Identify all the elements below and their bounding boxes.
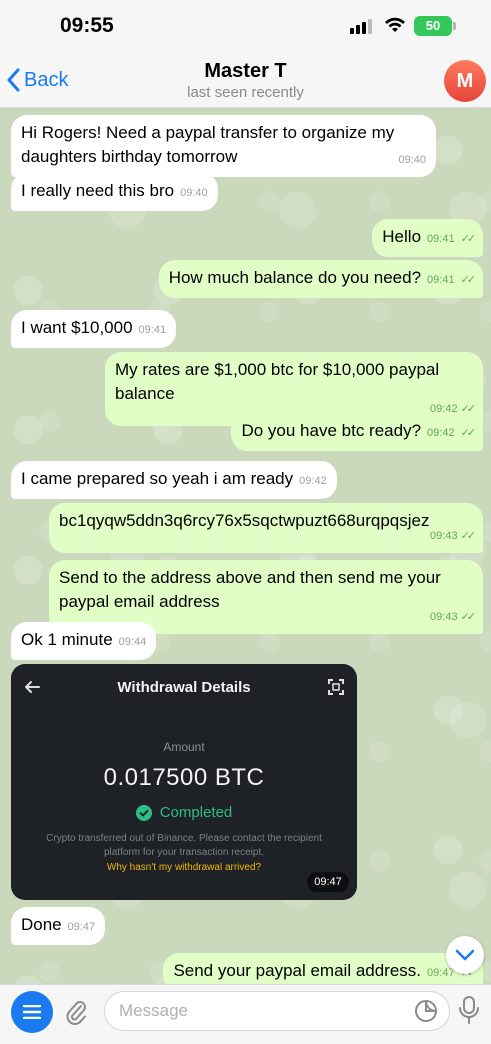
withdrawal-amount: 0.017500 BTC: [103, 764, 265, 791]
message-time: 09:41: [427, 233, 455, 245]
message-text: Hi Rogers! Need a paypal transfer to org…: [21, 123, 395, 166]
status-label: Completed: [159, 804, 233, 821]
avatar[interactable]: M: [444, 60, 486, 102]
sticker-icon: [415, 1000, 437, 1022]
message-time: 09:42: [427, 427, 455, 439]
message-time: 09:47: [427, 967, 455, 979]
message-text: Ok 1 minute: [21, 630, 113, 649]
message-bubble-outgoing[interactable]: Send your paypal email address.09:47✓✓: [163, 953, 483, 984]
message-time: 09:47: [307, 872, 349, 892]
message-text: bc1qyqw5ddn3q6rcy76x5sqctwpuzt668urqpqsj…: [59, 511, 430, 530]
chat-header: Back Master T last seen recently M: [0, 52, 491, 108]
message-bubble-outgoing[interactable]: How much balance do you need? 09:41 ✓✓: [158, 260, 483, 298]
message-time: 09:42: [299, 475, 327, 487]
attach-button[interactable]: [64, 997, 88, 1030]
voice-message-button[interactable]: [458, 995, 480, 1030]
read-receipt-icon: ✓✓: [460, 427, 477, 439]
withdrawal-help-link: Why hasn't my withdrawal arrived?: [106, 862, 262, 873]
message-bubble-incoming[interactable]: Hi Rogers! Need a paypal transfer to org…: [11, 115, 436, 177]
message-time: 09:43 ✓✓: [430, 530, 476, 542]
menu-icon: [23, 1005, 41, 1019]
message-text: Do you have btc ready?: [241, 421, 422, 440]
message-text: My rates are $1,000 btc for $10,000 payp…: [115, 360, 440, 403]
message-list[interactable]: Hi Rogers! Need a paypal transfer to org…: [0, 108, 491, 984]
withdrawal-status: Completed: [11, 804, 357, 821]
scroll-to-bottom-button[interactable]: [446, 936, 484, 974]
message-text: Hello: [382, 227, 422, 246]
message-bubble-incoming[interactable]: I want $10,000 09:41: [11, 310, 177, 348]
microphone-icon: [459, 996, 479, 1024]
message-time: 09:40: [398, 154, 426, 166]
message-bubble-outgoing[interactable]: Hello 09:41 ✓✓: [372, 219, 483, 257]
read-receipt-icon: ✓✓: [460, 233, 477, 245]
battery-tip: [453, 22, 456, 30]
message-text: Send to the address above and then send …: [59, 568, 441, 611]
sticker-button[interactable]: [414, 999, 438, 1028]
withdrawal-title: Withdrawal Details: [117, 679, 251, 696]
message-time: 09:40: [180, 187, 208, 199]
chevron-down-icon: [455, 949, 475, 961]
share-icon: [327, 678, 345, 701]
message-bubble-outgoing[interactable]: bc1qyqw5ddn3q6rcy76x5sqctwpuzt668urqpqsj…: [49, 503, 483, 553]
message-text: I came prepared so yeah i am ready: [21, 469, 294, 488]
withdrawal-screenshot[interactable]: Withdrawal Details Amount 0.017500 BTC C…: [11, 664, 357, 900]
message-composer: [0, 984, 491, 1044]
message-text: I really need this bro: [21, 181, 175, 200]
cellular-signal-icon: [350, 18, 374, 39]
message-bubble-incoming[interactable]: Done 09:47: [11, 907, 106, 945]
message-bubble-outgoing[interactable]: Do you have btc ready? 09:42 ✓✓: [231, 413, 483, 451]
message-text: Done: [21, 915, 62, 934]
message-text: I want $10,000: [21, 318, 133, 337]
withdrawal-note: Crypto transferred out of Binance. Pleas…: [46, 833, 322, 858]
message-bubble-incoming[interactable]: Ok 1 minute 09:44: [11, 622, 157, 660]
message-text: Send your paypal email address.: [173, 961, 422, 980]
menu-button[interactable]: [11, 991, 53, 1033]
message-time: 09:41: [138, 324, 167, 336]
status-bar: 09:55 50: [0, 0, 491, 52]
message-time: 09:41: [427, 274, 455, 286]
paperclip-icon: [66, 1001, 86, 1025]
message-input[interactable]: [104, 991, 450, 1031]
message-bubble-incoming[interactable]: I came prepared so yeah i am ready 09:42: [11, 461, 337, 499]
message-time: 09:43 ✓✓: [430, 611, 476, 623]
message-bubble-incoming[interactable]: I really need this bro 09:40: [11, 173, 218, 211]
contact-name[interactable]: Master T: [0, 60, 491, 83]
battery-indicator: 50: [414, 16, 452, 36]
status-time: 09:55: [60, 14, 114, 37]
message-time: 09:47: [67, 921, 96, 933]
wifi-icon: [383, 16, 407, 39]
message-text: How much balance do you need?: [168, 268, 422, 287]
message-time: 09:44: [118, 636, 147, 648]
last-seen-status: last seen recently: [187, 84, 304, 101]
amount-label: Amount: [163, 740, 205, 754]
read-receipt-icon: ✓✓: [460, 274, 477, 286]
check-circle-icon: [135, 804, 152, 821]
